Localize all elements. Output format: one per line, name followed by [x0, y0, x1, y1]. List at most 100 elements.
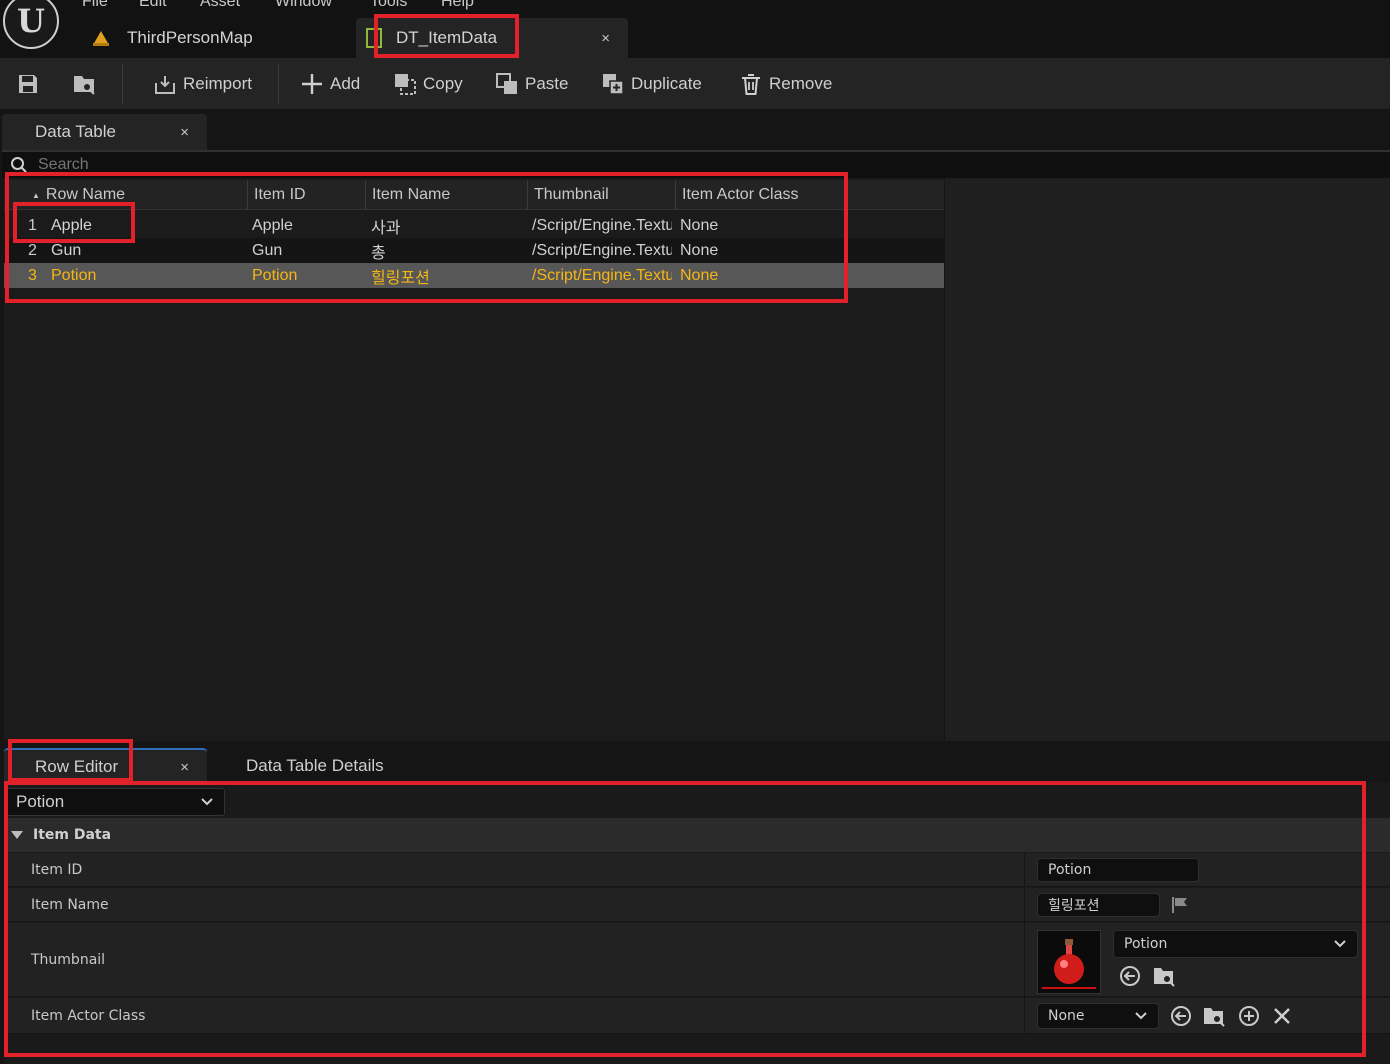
- paste-label: Paste: [525, 74, 569, 93]
- close-tab-icon[interactable]: ×: [180, 759, 189, 776]
- tab-label: Row Editor: [35, 757, 119, 776]
- col-thumbnail[interactable]: Thumbnail: [527, 180, 675, 210]
- splitter: [1024, 853, 1025, 886]
- tab-data-table-details[interactable]: Data Table Details: [214, 748, 404, 784]
- separator: [278, 64, 279, 104]
- column-header-label: Item ID: [254, 186, 306, 203]
- datatable-tabbar: [0, 110, 1390, 150]
- cell-item-id: Potion: [252, 266, 298, 284]
- chevron-down-icon: [1334, 940, 1346, 948]
- table-row[interactable]: 2 Gun Gun 총 /Script/Engine.Texture2D Non…: [4, 238, 944, 263]
- row-select-dropdown[interactable]: Potion: [5, 788, 225, 816]
- prop-row-item-name: Item Name 힐링포션: [4, 888, 1390, 922]
- row-name: Potion: [51, 266, 97, 284]
- copy-label: Copy: [423, 74, 463, 93]
- paste-icon: [496, 73, 517, 94]
- empty-panel: [945, 178, 1390, 741]
- tab-dt-itemdata[interactable]: DT_ItemData ×: [356, 18, 628, 58]
- category-item-data[interactable]: Item Data: [4, 818, 1390, 852]
- add-button[interactable]: Add: [300, 58, 360, 110]
- copy-button[interactable]: Copy: [393, 58, 463, 110]
- save-button[interactable]: [16, 58, 40, 110]
- chevron-down-icon: [201, 798, 213, 806]
- bottom-tabbar: [0, 742, 1390, 782]
- separator: [122, 64, 123, 104]
- add-label: Add: [330, 74, 361, 93]
- close-tab-icon[interactable]: ×: [180, 124, 189, 141]
- cell-item-name: 총: [371, 244, 386, 262]
- tab-label: Data Table Details: [246, 756, 384, 775]
- use-selected-icon[interactable]: [1170, 1005, 1192, 1027]
- row-index: 1: [28, 216, 37, 234]
- save-icon: [19, 75, 37, 93]
- tab-label: Data Table: [35, 122, 116, 141]
- menu-asset[interactable]: Asset: [200, 0, 240, 11]
- tab-label: DT_ItemData: [396, 28, 498, 47]
- cell-thumbnail: /Script/Engine.Texture2D: [532, 266, 672, 284]
- item-id-field[interactable]: Potion: [1037, 858, 1199, 882]
- cell-actor-class: None: [680, 266, 719, 284]
- menu-help[interactable]: Help: [441, 0, 474, 11]
- col-row-name[interactable]: ▲ Row Name: [26, 180, 248, 210]
- menu-file[interactable]: File: [82, 0, 108, 11]
- splitter: [1024, 923, 1025, 996]
- add-new-icon[interactable]: [1238, 1005, 1260, 1027]
- menu-tools[interactable]: Tools: [370, 0, 407, 11]
- duplicate-label: Duplicate: [631, 74, 702, 93]
- column-header-label: Item Name: [372, 186, 451, 203]
- row-select-value: Potion: [16, 792, 65, 811]
- reimport-label: Reimport: [183, 74, 252, 93]
- tab-row-editor[interactable]: Row Editor ×: [4, 748, 207, 784]
- tab-third-person-map[interactable]: ThirdPersonMap: [85, 18, 353, 58]
- localization-flag-icon[interactable]: [1171, 896, 1191, 914]
- thumbnail-asset-picker[interactable]: Potion: [1113, 930, 1358, 958]
- cell-item-id: Apple: [252, 216, 293, 234]
- chevron-down-icon: [1135, 1012, 1147, 1020]
- cell-item-name: 힐링포션: [371, 269, 430, 287]
- close-tab-icon[interactable]: ×: [601, 30, 610, 47]
- row-index: 3: [28, 266, 37, 284]
- splitter: [1024, 888, 1025, 921]
- plus-icon: [302, 74, 322, 94]
- remove-label: Remove: [769, 74, 833, 93]
- tab-data-table[interactable]: Data Table ×: [2, 114, 207, 150]
- clear-icon[interactable]: [1272, 1006, 1292, 1026]
- remove-button[interactable]: Remove: [739, 58, 832, 110]
- cell-item-id: Gun: [252, 241, 283, 259]
- menu-window[interactable]: Window: [275, 0, 332, 11]
- prop-label: Item ID: [31, 862, 83, 878]
- browse-icon[interactable]: [1203, 1005, 1225, 1027]
- table-row[interactable]: 1 Apple Apple 사과 /Script/Engine.Texture2…: [4, 213, 944, 238]
- trash-icon: [742, 74, 760, 95]
- category-label: Item Data: [33, 827, 112, 843]
- actor-class-picker[interactable]: None: [1037, 1003, 1159, 1029]
- column-header-label: Item Actor Class: [682, 186, 799, 203]
- prop-label: Item Actor Class: [31, 1008, 146, 1024]
- item-name-field[interactable]: 힐링포션: [1037, 893, 1160, 917]
- col-item-actor-class[interactable]: Item Actor Class: [675, 180, 840, 210]
- col-item-name[interactable]: Item Name: [365, 180, 527, 210]
- prop-row-thumbnail: Thumbnail Potion: [4, 923, 1390, 997]
- col-item-id[interactable]: Item ID: [247, 180, 365, 210]
- menu-edit[interactable]: Edit: [139, 0, 167, 11]
- paste-button[interactable]: Paste: [495, 58, 568, 110]
- field-value: Potion: [1124, 936, 1168, 952]
- table-row-selected[interactable]: 3 Potion Potion 힐링포션 /Script/Engine.Text…: [4, 263, 944, 288]
- search-input[interactable]: [38, 156, 438, 174]
- reimport-button[interactable]: Reimport: [153, 58, 252, 110]
- thumbnail-preview[interactable]: [1037, 930, 1101, 994]
- browse-icon[interactable]: [1153, 965, 1175, 987]
- cell-actor-class: None: [680, 216, 719, 234]
- field-value: 힐링포션: [1048, 898, 1100, 914]
- splitter: [1024, 998, 1025, 1033]
- cell-actor-class: None: [680, 241, 719, 259]
- field-value: None: [1048, 1008, 1085, 1024]
- browse-button[interactable]: [72, 58, 96, 110]
- prop-label: Thumbnail: [31, 952, 106, 968]
- column-header-label: Row Name: [45, 186, 126, 203]
- duplicate-button[interactable]: Duplicate: [601, 58, 702, 110]
- use-selected-icon[interactable]: [1119, 965, 1141, 987]
- tab-label: ThirdPersonMap: [127, 28, 253, 47]
- prop-label: Item Name: [31, 897, 109, 913]
- browse-icon: [74, 76, 95, 95]
